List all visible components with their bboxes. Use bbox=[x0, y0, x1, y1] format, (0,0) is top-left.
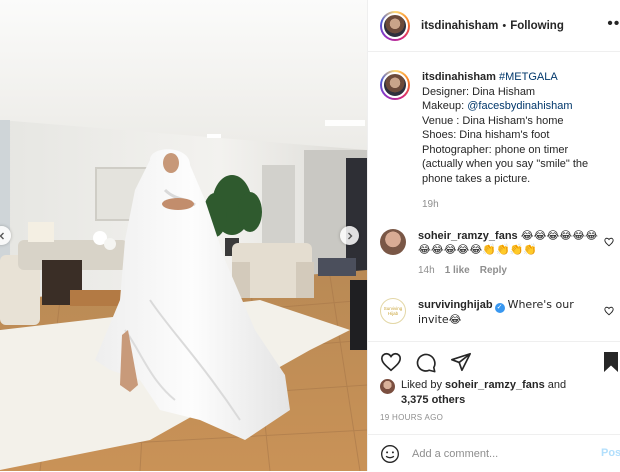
likes-user[interactable]: soheir_ramzy_fans bbox=[445, 379, 545, 391]
caption-hashtag[interactable]: #METGALA bbox=[499, 71, 558, 83]
comment-time[interactable]: 14h bbox=[418, 264, 435, 278]
share-send-icon[interactable] bbox=[450, 351, 472, 373]
reply-button[interactable]: Reply bbox=[480, 264, 507, 278]
comment-bubble-icon[interactable] bbox=[415, 351, 437, 373]
add-comment-bar: Post bbox=[368, 434, 620, 472]
following-button[interactable]: Following bbox=[510, 20, 564, 32]
caption-text: itsdinahisham #METGALA Designer: Dina Hi… bbox=[422, 70, 607, 186]
chevron-left-icon bbox=[0, 232, 4, 239]
comment-likes[interactable]: 1 like bbox=[445, 264, 470, 278]
photo-scene bbox=[0, 0, 367, 471]
caption: itsdinahisham #METGALA Designer: Dina Hi… bbox=[380, 70, 607, 186]
header-identity: itsdinahisham • Following bbox=[421, 20, 564, 32]
comment-body: survivinghijab ✓ Where's our invite😂 bbox=[418, 298, 603, 327]
verified-badge-icon: ✓ bbox=[494, 303, 505, 313]
caption-photographer: Photographer: phone on timer (actually w… bbox=[422, 143, 589, 185]
comment-item: Surviving Hijab survivinghijab ✓ Where's o… bbox=[380, 298, 603, 327]
post-actions: Liked by soheir_ramzy_fans and 3,375 oth… bbox=[368, 341, 620, 471]
comment-avatar-logo: Surviving Hijab bbox=[383, 306, 403, 316]
comment-username[interactable]: soheir_ramzy_fans bbox=[418, 230, 518, 242]
like-comment-heart-icon[interactable] bbox=[604, 306, 614, 316]
add-comment-input[interactable] bbox=[412, 447, 587, 460]
post-comment-button[interactable]: Post bbox=[601, 447, 620, 459]
caption-avatar bbox=[382, 72, 408, 98]
post-timestamp[interactable]: 19 HOURS AGO bbox=[380, 413, 443, 422]
emoji-smiley-icon[interactable] bbox=[380, 444, 400, 464]
post-side-panel: itsdinahisham • Following ••• itsdinahis… bbox=[367, 0, 620, 471]
save-bookmark-icon[interactable] bbox=[602, 351, 620, 373]
likes-others[interactable]: 3,375 others bbox=[401, 394, 465, 406]
caption-time[interactable]: 19h bbox=[422, 199, 439, 210]
caption-makeup-line: Makeup: @facesbydinahisham bbox=[422, 99, 607, 114]
post-photo[interactable] bbox=[0, 0, 367, 471]
avatar bbox=[382, 12, 408, 39]
comment-meta: 14h 1 like Reply bbox=[418, 264, 603, 278]
caption-designer: Designer: Dina Hisham bbox=[422, 85, 536, 98]
liker-avatar[interactable] bbox=[380, 379, 395, 394]
comment-avatar[interactable]: Surviving Hijab bbox=[380, 298, 406, 324]
instagram-post: itsdinahisham • Following ••• itsdinahis… bbox=[0, 0, 620, 471]
caption-venue: Venue : Dina Hisham's home bbox=[422, 114, 564, 127]
likes-text: Liked by soheir_ramzy_fans and 3,375 oth… bbox=[401, 378, 566, 408]
caption-makeup-label: Makeup: bbox=[422, 100, 468, 112]
like-heart-icon[interactable] bbox=[380, 351, 402, 373]
comments-section[interactable]: itsdinahisham #METGALA Designer: Dina Hi… bbox=[368, 53, 620, 340]
header-separator: • bbox=[502, 19, 507, 32]
likes-middle: and bbox=[544, 379, 567, 391]
header-username[interactable]: itsdinahisham bbox=[421, 20, 498, 32]
carousel-next-button[interactable] bbox=[340, 226, 359, 245]
comment-username[interactable]: survivinghijab bbox=[418, 299, 493, 311]
more-options-icon[interactable]: ••• bbox=[607, 15, 620, 33]
comment-body: soheir_ramzy_fans 😂😂😂😂😂😂😂😂😂😂😂👏👏👏👏 14h 1 … bbox=[418, 229, 603, 278]
like-comment-heart-icon[interactable] bbox=[604, 237, 614, 247]
comment-item: soheir_ramzy_fans 😂😂😂😂😂😂😂😂😂😂😂👏👏👏👏 14h 1 … bbox=[380, 229, 603, 278]
story-ring[interactable] bbox=[380, 10, 410, 41]
likes-summary: Liked by soheir_ramzy_fans and 3,375 oth… bbox=[380, 378, 566, 408]
caption-shoes: Shoes: Dina hisham's foot bbox=[422, 129, 550, 141]
caption-makeup-handle[interactable]: @facesbydinahisham bbox=[467, 100, 572, 112]
post-header: itsdinahisham • Following ••• bbox=[368, 0, 620, 52]
caption-username[interactable]: itsdinahisham bbox=[422, 71, 496, 83]
likes-prefix: Liked by bbox=[401, 379, 446, 391]
chevron-right-icon bbox=[347, 232, 352, 239]
comment-avatar[interactable] bbox=[380, 229, 406, 255]
action-icons bbox=[380, 351, 472, 373]
caption-story-ring[interactable] bbox=[380, 70, 410, 100]
